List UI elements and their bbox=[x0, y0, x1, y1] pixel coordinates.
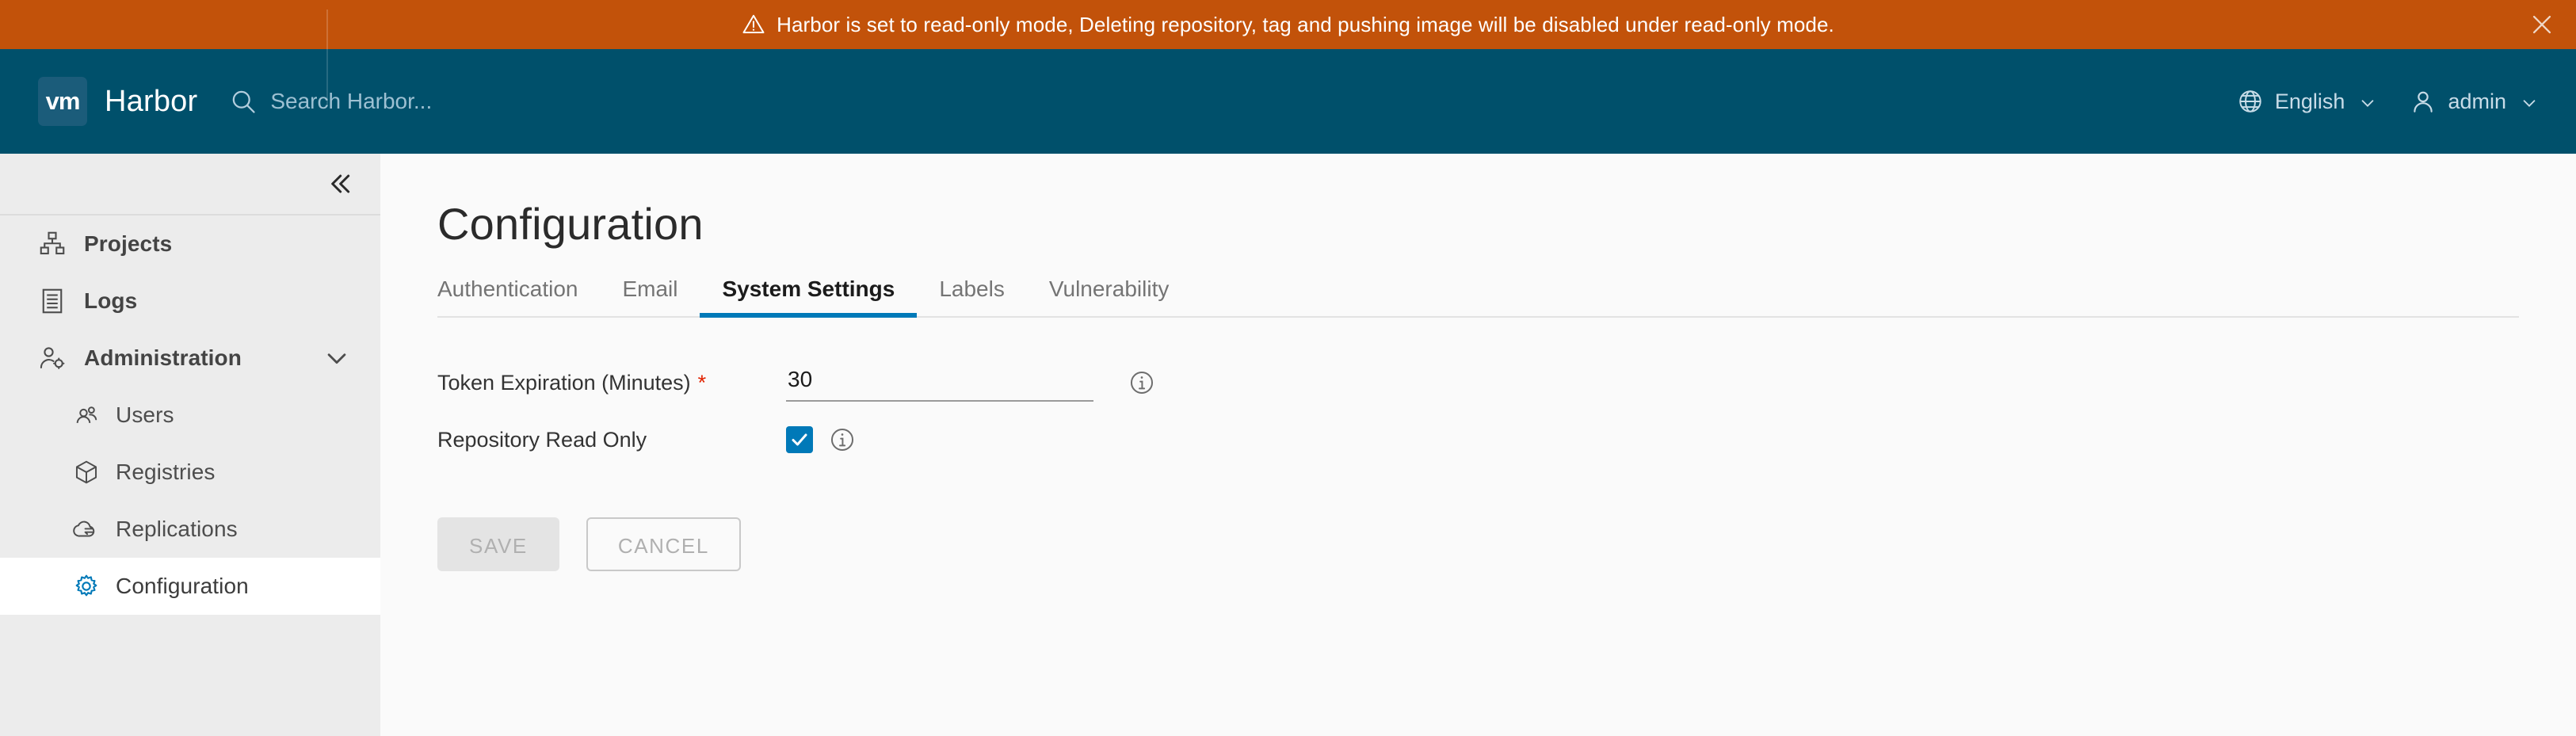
replications-icon bbox=[73, 516, 100, 543]
sidebar-item-registries[interactable]: Registries bbox=[0, 444, 380, 501]
header-divider bbox=[326, 49, 328, 106]
repository-read-only-field-cell bbox=[786, 426, 856, 453]
body: Projects Logs Administration Users Regis… bbox=[0, 154, 2576, 736]
banner-divider bbox=[326, 10, 328, 49]
system-settings-form: Token Expiration (Minutes) * 30 Reposito… bbox=[437, 354, 2576, 571]
administration-icon bbox=[38, 344, 67, 372]
repository-read-only-label: Repository Read Only bbox=[437, 427, 647, 452]
read-only-alert-banner: Harbor is set to read-only mode, Deletin… bbox=[0, 0, 2576, 49]
chevron-down-icon[interactable] bbox=[323, 345, 350, 372]
alert-content: Harbor is set to read-only mode, Deletin… bbox=[742, 13, 1834, 37]
sidebar-item-logs[interactable]: Logs bbox=[0, 273, 380, 330]
sidebar-item-label: Logs bbox=[84, 288, 138, 313]
chevron-down-icon bbox=[2521, 93, 2538, 110]
main-content: Configuration Authentication Email Syste… bbox=[380, 154, 2576, 736]
sidebar-item-label: Registries bbox=[116, 460, 216, 484]
sidebar-header bbox=[0, 154, 380, 215]
sidebar-item-label: Administration bbox=[84, 345, 242, 370]
search-icon bbox=[229, 87, 258, 116]
sidebar-group-administration[interactable]: Administration bbox=[0, 330, 380, 387]
token-expiration-label-wrap: Token Expiration (Minutes) * bbox=[437, 371, 786, 395]
tab-authentication[interactable]: Authentication bbox=[437, 276, 600, 316]
form-actions: SAVE CANCEL bbox=[437, 517, 2576, 571]
header-actions: English admin bbox=[2237, 88, 2538, 115]
projects-icon bbox=[38, 230, 67, 258]
tab-system-settings[interactable]: System Settings bbox=[700, 276, 918, 318]
sidebar-item-projects[interactable]: Projects bbox=[0, 215, 380, 273]
save-button[interactable]: SAVE bbox=[437, 517, 559, 571]
info-circle-icon[interactable] bbox=[829, 426, 856, 453]
close-icon[interactable] bbox=[2528, 11, 2555, 38]
account-menu[interactable]: admin bbox=[2410, 88, 2538, 115]
tab-vulnerability[interactable]: Vulnerability bbox=[1027, 276, 1191, 316]
sidebar-item-label: Configuration bbox=[116, 574, 249, 598]
app-header: vm Harbor English bbox=[0, 49, 2576, 154]
repository-read-only-row: Repository Read Only bbox=[437, 411, 2576, 468]
alert-message: Harbor is set to read-only mode, Deletin… bbox=[777, 12, 1834, 36]
token-expiration-row: Token Expiration (Minutes) * bbox=[437, 354, 2576, 411]
sidebar: Projects Logs Administration Users Regis… bbox=[0, 154, 380, 736]
sidebar-item-replications[interactable]: Replications bbox=[0, 501, 380, 558]
sidebar-item-label: Replications bbox=[116, 517, 238, 541]
search-bar[interactable] bbox=[229, 87, 2237, 116]
users-icon bbox=[73, 402, 100, 429]
sidebar-item-label: Projects bbox=[84, 231, 173, 256]
registries-icon bbox=[73, 459, 100, 486]
sidebar-item-users[interactable]: Users bbox=[0, 387, 380, 444]
vmware-logo: vm bbox=[38, 77, 87, 126]
sidebar-item-label: Users bbox=[116, 402, 174, 427]
token-expiration-label: Token Expiration (Minutes) bbox=[437, 370, 691, 395]
tab-email[interactable]: Email bbox=[600, 276, 700, 316]
tab-labels[interactable]: Labels bbox=[917, 276, 1027, 316]
repository-read-only-label-wrap: Repository Read Only bbox=[437, 428, 786, 452]
cancel-button[interactable]: CANCEL bbox=[586, 517, 741, 571]
language-selector[interactable]: English bbox=[2237, 88, 2377, 115]
warning-triangle-icon bbox=[742, 13, 765, 36]
double-chevron-left-icon[interactable] bbox=[323, 168, 355, 200]
chevron-down-icon bbox=[2359, 93, 2376, 110]
sidebar-item-configuration[interactable]: Configuration bbox=[0, 558, 380, 615]
repository-read-only-checkbox[interactable] bbox=[786, 426, 813, 453]
config-tabs: Authentication Email System Settings Lab… bbox=[437, 276, 2519, 318]
page-title: Configuration bbox=[437, 199, 704, 249]
token-expiration-field-cell bbox=[786, 364, 1155, 402]
token-expiration-input[interactable] bbox=[786, 364, 1093, 402]
brand[interactable]: vm Harbor bbox=[38, 77, 197, 126]
search-input[interactable] bbox=[270, 89, 715, 114]
user-icon bbox=[2410, 88, 2437, 115]
globe-icon bbox=[2237, 88, 2264, 115]
required-marker: * bbox=[697, 370, 707, 395]
gear-icon bbox=[73, 573, 100, 600]
account-label: admin bbox=[2448, 89, 2506, 113]
product-title: Harbor bbox=[105, 84, 198, 118]
language-label: English bbox=[2274, 89, 2345, 113]
info-circle-icon[interactable] bbox=[1128, 369, 1155, 396]
logs-icon bbox=[38, 287, 67, 315]
